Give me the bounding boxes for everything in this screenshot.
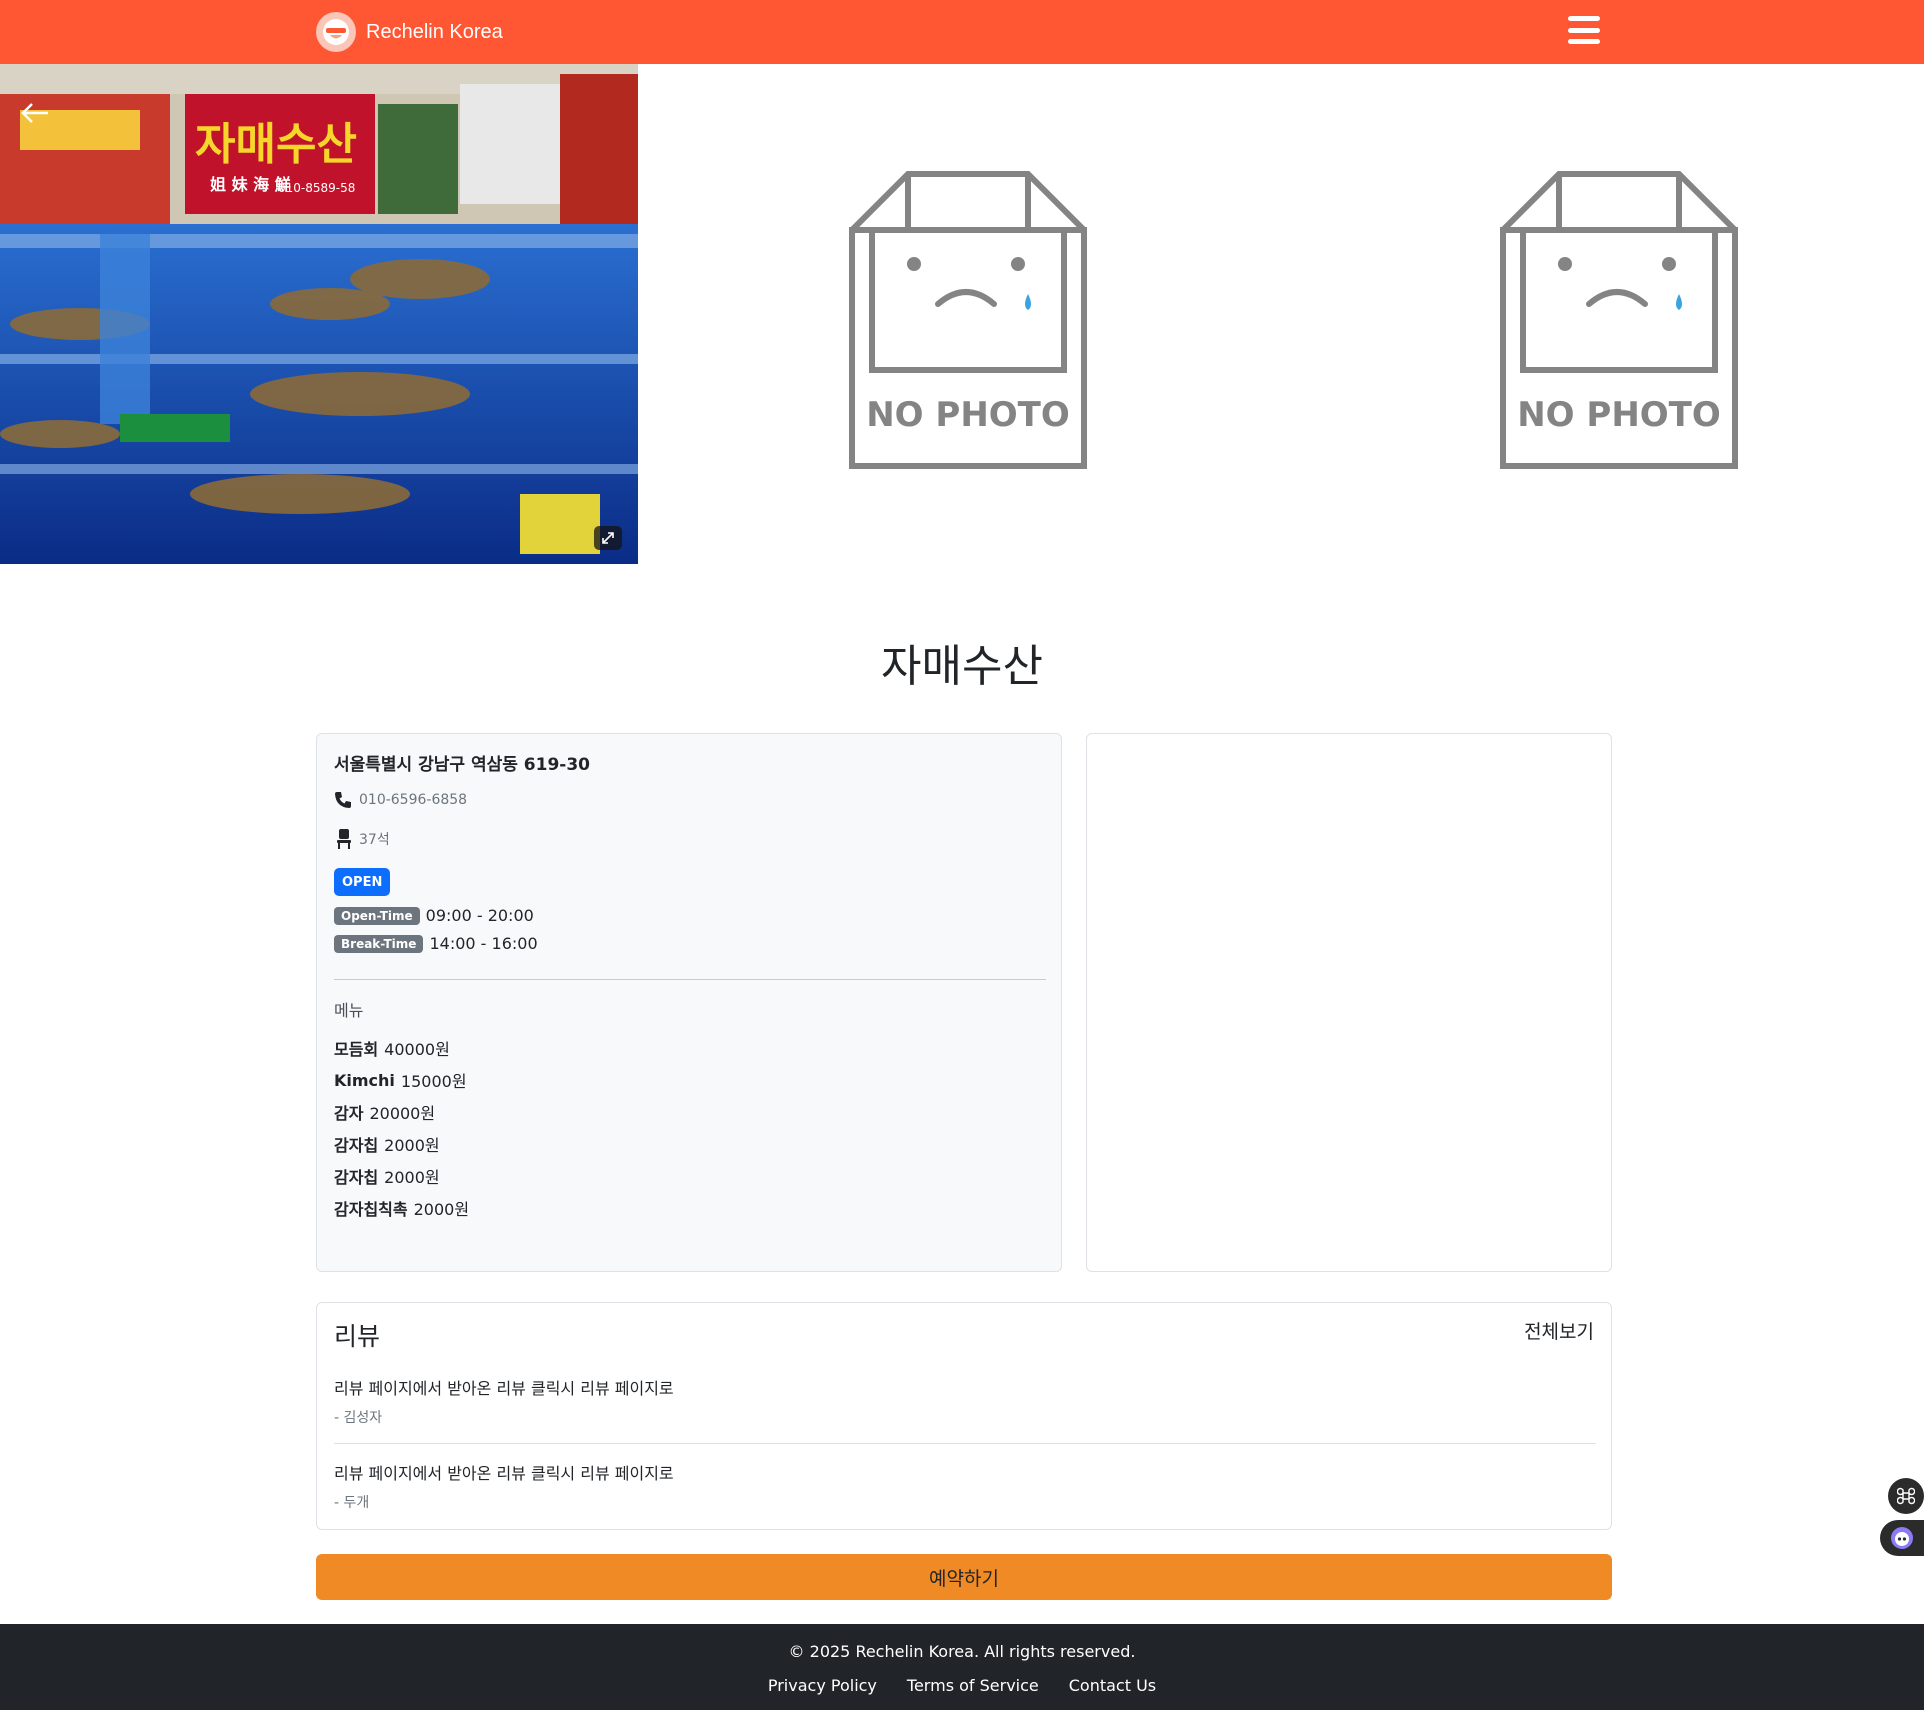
menu-item-name: 모듬회 (334, 1040, 379, 1059)
menu-item-name: 감자칩칙촉 (334, 1200, 408, 1219)
menu-list: 모듬회 40000원 Kimchi 15000원 감자 20000원 감자칩 2000원… (334, 1032, 469, 1224)
review-text: 리뷰 페이지에서 받아온 리뷰 클릭시 리뷰 페이지로 (334, 1464, 674, 1483)
menu-item-name: 감자칩 (334, 1168, 379, 1187)
store-name-title: 자매수산 (881, 641, 1043, 692)
menu-item-price: 20000원 (369, 1104, 436, 1123)
expand-photo-icon[interactable] (594, 526, 622, 550)
menu-item-price: 2000원 (384, 1136, 440, 1155)
footer-links: Privacy Policy Terms of Service Contact … (0, 1676, 1924, 1695)
footer: © 2025 Rechelin Korea. All rights reserv… (0, 1624, 1924, 1710)
break-time-badge: Break-Time (334, 934, 424, 953)
review-author: - 김성자 (334, 1410, 383, 1426)
review-card: 리뷰 전체보기 리뷰 페이지에서 받아온 리뷰 클릭시 리뷰 페이지로 - 김성… (316, 1302, 1612, 1530)
store-phone[interactable]: 010-6596-6858 (359, 792, 467, 808)
review-item[interactable]: 리뷰 페이지에서 받아온 리뷰 클릭시 리뷰 페이지로 - 김성자 (334, 1375, 1596, 1427)
privacy-policy-link[interactable]: Privacy Policy (768, 1676, 877, 1695)
review-author: - 두개 (334, 1495, 370, 1511)
menu-item: 모듬회 40000원 (334, 1032, 469, 1064)
brand-name: Rechelin Korea (366, 20, 503, 43)
copyright-text: © 2025 Rechelin Korea. All rights reserv… (788, 1642, 1136, 1661)
open-time-row: Open-Time 09:00 - 20:00 (334, 906, 534, 925)
menu-heading: 메뉴 (334, 1001, 364, 1020)
menu-item-name: 감자칩 (334, 1136, 379, 1155)
seats-row: 37석 (335, 828, 390, 850)
menu-item: 감자칩 2000원 (334, 1128, 469, 1160)
divider (334, 979, 1046, 980)
phone-row: 010-6596-6858 (333, 790, 467, 810)
phone-icon (335, 792, 351, 808)
store-main-photo[interactable]: 자매수산 姐 妹 海 鮮 010-8589-58 (0, 64, 638, 564)
menu-item-name: 감자 (334, 1104, 364, 1123)
open-time-value: 09:00 - 20:00 (425, 906, 534, 925)
no-photo-placeholder: NO PHOTO (849, 171, 1087, 469)
view-all-reviews-link[interactable]: 전체보기 (1524, 1317, 1594, 1344)
assistant-bot-icon[interactable] (1880, 1520, 1924, 1556)
hamburger-menu-icon[interactable] (1566, 14, 1602, 46)
divider (334, 1443, 1596, 1444)
reserve-button[interactable]: 예약하기 (316, 1554, 1612, 1600)
no-photo-label: NO PHOTO (1517, 395, 1721, 435)
review-text: 리뷰 페이지에서 받아온 리뷰 클릭시 리뷰 페이지로 (334, 1379, 674, 1398)
store-seats: 37석 (359, 832, 390, 848)
top-navbar: Rechelin Korea (0, 0, 1924, 64)
contact-us-link[interactable]: Contact Us (1069, 1676, 1156, 1695)
menu-item: Kimchi 15000원 (334, 1064, 469, 1096)
break-time-value: 14:00 - 16:00 (429, 934, 538, 953)
seafood-tank-photo: 자매수산 姐 妹 海 鮮 010-8589-58 (0, 64, 638, 564)
chair-icon (337, 829, 351, 849)
no-photo-placeholder: NO PHOTO (1500, 171, 1738, 469)
store-address: 서울특별시 강남구 역삼동 619-30 (334, 755, 590, 775)
sign-text: 자매수산 (195, 119, 357, 170)
menu-item-name: Kimchi (334, 1070, 395, 1090)
review-heading: 리뷰 (334, 1322, 381, 1351)
open-status-badge: OPEN (334, 868, 391, 896)
menu-item-price: 2000원 (384, 1168, 440, 1187)
break-time-row: Break-Time 14:00 - 16:00 (334, 934, 538, 953)
no-photo-label: NO PHOTO (866, 395, 1070, 435)
menu-item-price: 2000원 (413, 1200, 470, 1219)
store-info-card: 서울특별시 강남구 역삼동 619-30 010-6596-6858 37석 O… (316, 733, 1062, 1272)
command-shortcut-icon[interactable] (1888, 1478, 1924, 1514)
menu-item-price: 40000원 (384, 1040, 450, 1059)
brand-logo-icon (316, 12, 356, 52)
sign-phone: 010-8589-58 (278, 181, 355, 195)
back-arrow-icon[interactable] (18, 98, 52, 128)
open-time-badge: Open-Time (334, 906, 420, 925)
menu-item: 감자 20000원 (334, 1096, 469, 1128)
map-card[interactable] (1086, 733, 1612, 1272)
menu-item: 감자칩칙촉 2000원 (334, 1192, 469, 1224)
review-item[interactable]: 리뷰 페이지에서 받아온 리뷰 클릭시 리뷰 페이지로 - 두개 (334, 1460, 1596, 1512)
brand-link[interactable]: Rechelin Korea (316, 10, 503, 54)
terms-of-service-link[interactable]: Terms of Service (907, 1676, 1039, 1695)
menu-item: 감자칩 2000원 (334, 1160, 469, 1192)
menu-item-price: 15000원 (400, 1072, 467, 1091)
